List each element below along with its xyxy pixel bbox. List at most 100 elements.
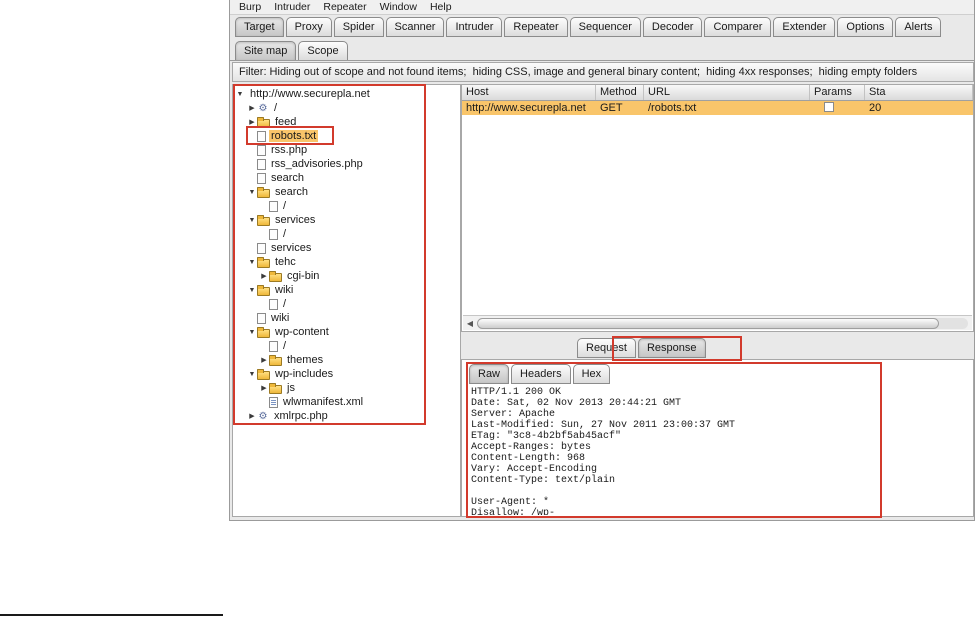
scroll-left-icon[interactable]: ◀ xyxy=(463,319,477,328)
tree-item-search[interactable]: ▼ search xyxy=(233,185,460,199)
main-tab-bar: Target Proxy Spider Scanner Intruder Repeater… xyxy=(235,17,943,37)
tree-item-rss-php[interactable]: rss.php xyxy=(233,143,460,157)
tree-item-root[interactable]: / xyxy=(233,227,460,241)
tree-item-label: search xyxy=(275,186,309,198)
gear-icon: ⚙ xyxy=(258,102,268,114)
viewtab-raw[interactable]: Raw xyxy=(469,364,510,384)
expand-arrow-icon[interactable]: ▶ xyxy=(259,356,269,364)
message-tab-bar: Request Response xyxy=(577,338,708,358)
tree-item-feed[interactable]: ▶ feed xyxy=(233,115,460,129)
filter-bar[interactable]: Filter: Hiding out of scope and not foun… xyxy=(232,62,974,82)
tab-intruder[interactable]: Intruder xyxy=(446,17,503,37)
tab-bar-divider xyxy=(230,60,974,61)
collapse-arrow-icon[interactable]: ▼ xyxy=(235,91,245,98)
menu-intruder[interactable]: Intruder xyxy=(274,1,310,13)
tree-item-wlwmanifest-xml[interactable]: wlwmanifest.xml xyxy=(233,395,460,409)
column-header-method[interactable]: Method xyxy=(596,85,644,100)
tree-item-wp-content[interactable]: ▼ wp-content xyxy=(233,325,460,339)
expand-arrow-icon[interactable]: ▶ xyxy=(247,104,257,112)
tree-item-http-www-securepla-net[interactable]: ▼ http://www.securepla.net xyxy=(233,87,460,101)
tree-item-search[interactable]: search xyxy=(233,171,460,185)
folder-icon xyxy=(257,116,270,128)
tree-item-tehc[interactable]: ▼ tehc xyxy=(233,255,460,269)
subtab-site-map[interactable]: Site map xyxy=(235,41,297,61)
file-icon xyxy=(257,312,266,324)
subtab-scope[interactable]: Scope xyxy=(298,41,348,61)
tree-item-services[interactable]: ▼ services xyxy=(233,213,460,227)
column-header-sta[interactable]: Sta xyxy=(865,85,973,100)
tree-item-rss-advisories-php[interactable]: rss_advisories.php xyxy=(233,157,460,171)
tree-item-root[interactable]: / xyxy=(233,199,460,213)
tree-item-label: wp-content xyxy=(275,326,329,338)
folder-icon xyxy=(269,270,282,282)
tree-item-label: / xyxy=(283,340,287,352)
footnote-rule xyxy=(0,614,223,616)
tab-options[interactable]: Options xyxy=(837,17,894,37)
tab-target[interactable]: Target xyxy=(235,17,284,37)
tree-item-root[interactable]: ▶ ⚙ / xyxy=(233,101,460,115)
response-body[interactable]: HTTP/1.1 200 OK Date: Sat, 02 Nov 2013 2… xyxy=(471,387,969,515)
tree-item-label: feed xyxy=(275,116,297,128)
tree-item-cgi-bin[interactable]: ▶ cgi-bin xyxy=(233,269,460,283)
table-row[interactable]: http://www.securepla.net GET/robots.txt 20 xyxy=(462,101,973,115)
tree-item-root[interactable]: / xyxy=(233,297,460,311)
gear-icon: ⚙ xyxy=(258,410,268,422)
menu-window[interactable]: Window xyxy=(380,1,417,13)
menu-repeater[interactable]: Repeater xyxy=(323,1,366,13)
tree-item-label: http://www.securepla.net xyxy=(250,88,370,100)
expand-arrow-icon[interactable]: ▶ xyxy=(259,272,269,280)
tree-item-label: / xyxy=(283,298,287,310)
tab-spider[interactable]: Spider xyxy=(333,17,384,37)
menu-help[interactable]: Help xyxy=(430,1,452,13)
column-header-params[interactable]: Params xyxy=(810,85,865,100)
tab-extender[interactable]: Extender xyxy=(773,17,836,37)
message-panel: Raw Headers Hex HTTP/1.1 200 OK Date: Sat,… xyxy=(461,359,974,517)
menu-burp[interactable]: Burp xyxy=(239,1,261,13)
cell-method: GET xyxy=(600,102,623,114)
collapse-arrow-icon[interactable]: ▼ xyxy=(247,287,257,294)
tree-item-wiki[interactable]: wiki xyxy=(233,311,460,325)
tab-alerts[interactable]: Alerts xyxy=(895,17,942,37)
view-tab-bar: Raw Headers Hex xyxy=(469,364,612,384)
tree-item-label: services xyxy=(275,214,316,226)
tab-sequencer[interactable]: Sequencer xyxy=(569,17,641,37)
viewtab-hex[interactable]: Hex xyxy=(572,364,611,384)
column-header-host[interactable]: Host xyxy=(462,85,596,100)
tab-proxy[interactable]: Proxy xyxy=(285,17,332,37)
tree-item-root[interactable]: / xyxy=(233,339,460,353)
scrollbar-thumb[interactable] xyxy=(477,317,939,329)
tree-item-themes[interactable]: ▶ themes xyxy=(233,353,460,367)
collapse-arrow-icon[interactable]: ▼ xyxy=(247,329,257,336)
file-icon xyxy=(257,242,266,254)
tree-item-label: js xyxy=(287,382,295,394)
tree-item-services[interactable]: services xyxy=(233,241,460,255)
expand-arrow-icon[interactable]: ▶ xyxy=(247,118,257,126)
tab-repeater[interactable]: Repeater xyxy=(504,17,568,37)
tree-item-label: / xyxy=(283,200,287,212)
tree-item-js[interactable]: ▶ js xyxy=(233,381,460,395)
collapse-arrow-icon[interactable]: ▼ xyxy=(247,217,257,224)
expand-arrow-icon[interactable]: ▶ xyxy=(247,412,257,420)
collapse-arrow-icon[interactable]: ▼ xyxy=(247,189,257,196)
tree-item-wiki[interactable]: ▼ wiki xyxy=(233,283,460,297)
tree-item-robots-txt[interactable]: robots.txt xyxy=(233,129,460,143)
folder-icon xyxy=(257,368,270,380)
viewtab-headers[interactable]: Headers xyxy=(511,364,571,384)
tree-item-wp-includes[interactable]: ▼ wp-includes xyxy=(233,367,460,381)
filter-text: Filter: Hiding out of scope and not foun… xyxy=(239,66,918,78)
tab-scanner[interactable]: Scanner xyxy=(385,17,445,37)
horizontal-scrollbar[interactable]: ◀ xyxy=(463,315,972,330)
cell-url: /robots.txt xyxy=(648,102,697,114)
tree-item-xmlrpc-php[interactable]: ▶ ⚙ xmlrpc.php xyxy=(233,409,460,423)
collapse-arrow-icon[interactable]: ▼ xyxy=(247,259,257,266)
cell-status: 20 xyxy=(869,102,882,114)
tab-comparer[interactable]: Comparer xyxy=(704,17,772,37)
expand-arrow-icon[interactable]: ▶ xyxy=(259,384,269,392)
scrollbar-track[interactable] xyxy=(477,317,968,329)
msgtab-response[interactable]: Response xyxy=(637,338,706,358)
tab-decoder[interactable]: Decoder xyxy=(642,17,703,37)
msgtab-request[interactable]: Request xyxy=(577,338,636,358)
column-header-url[interactable]: URL xyxy=(644,85,810,100)
table-header-row: Host Method URL Params Sta xyxy=(462,85,973,101)
collapse-arrow-icon[interactable]: ▼ xyxy=(247,371,257,378)
